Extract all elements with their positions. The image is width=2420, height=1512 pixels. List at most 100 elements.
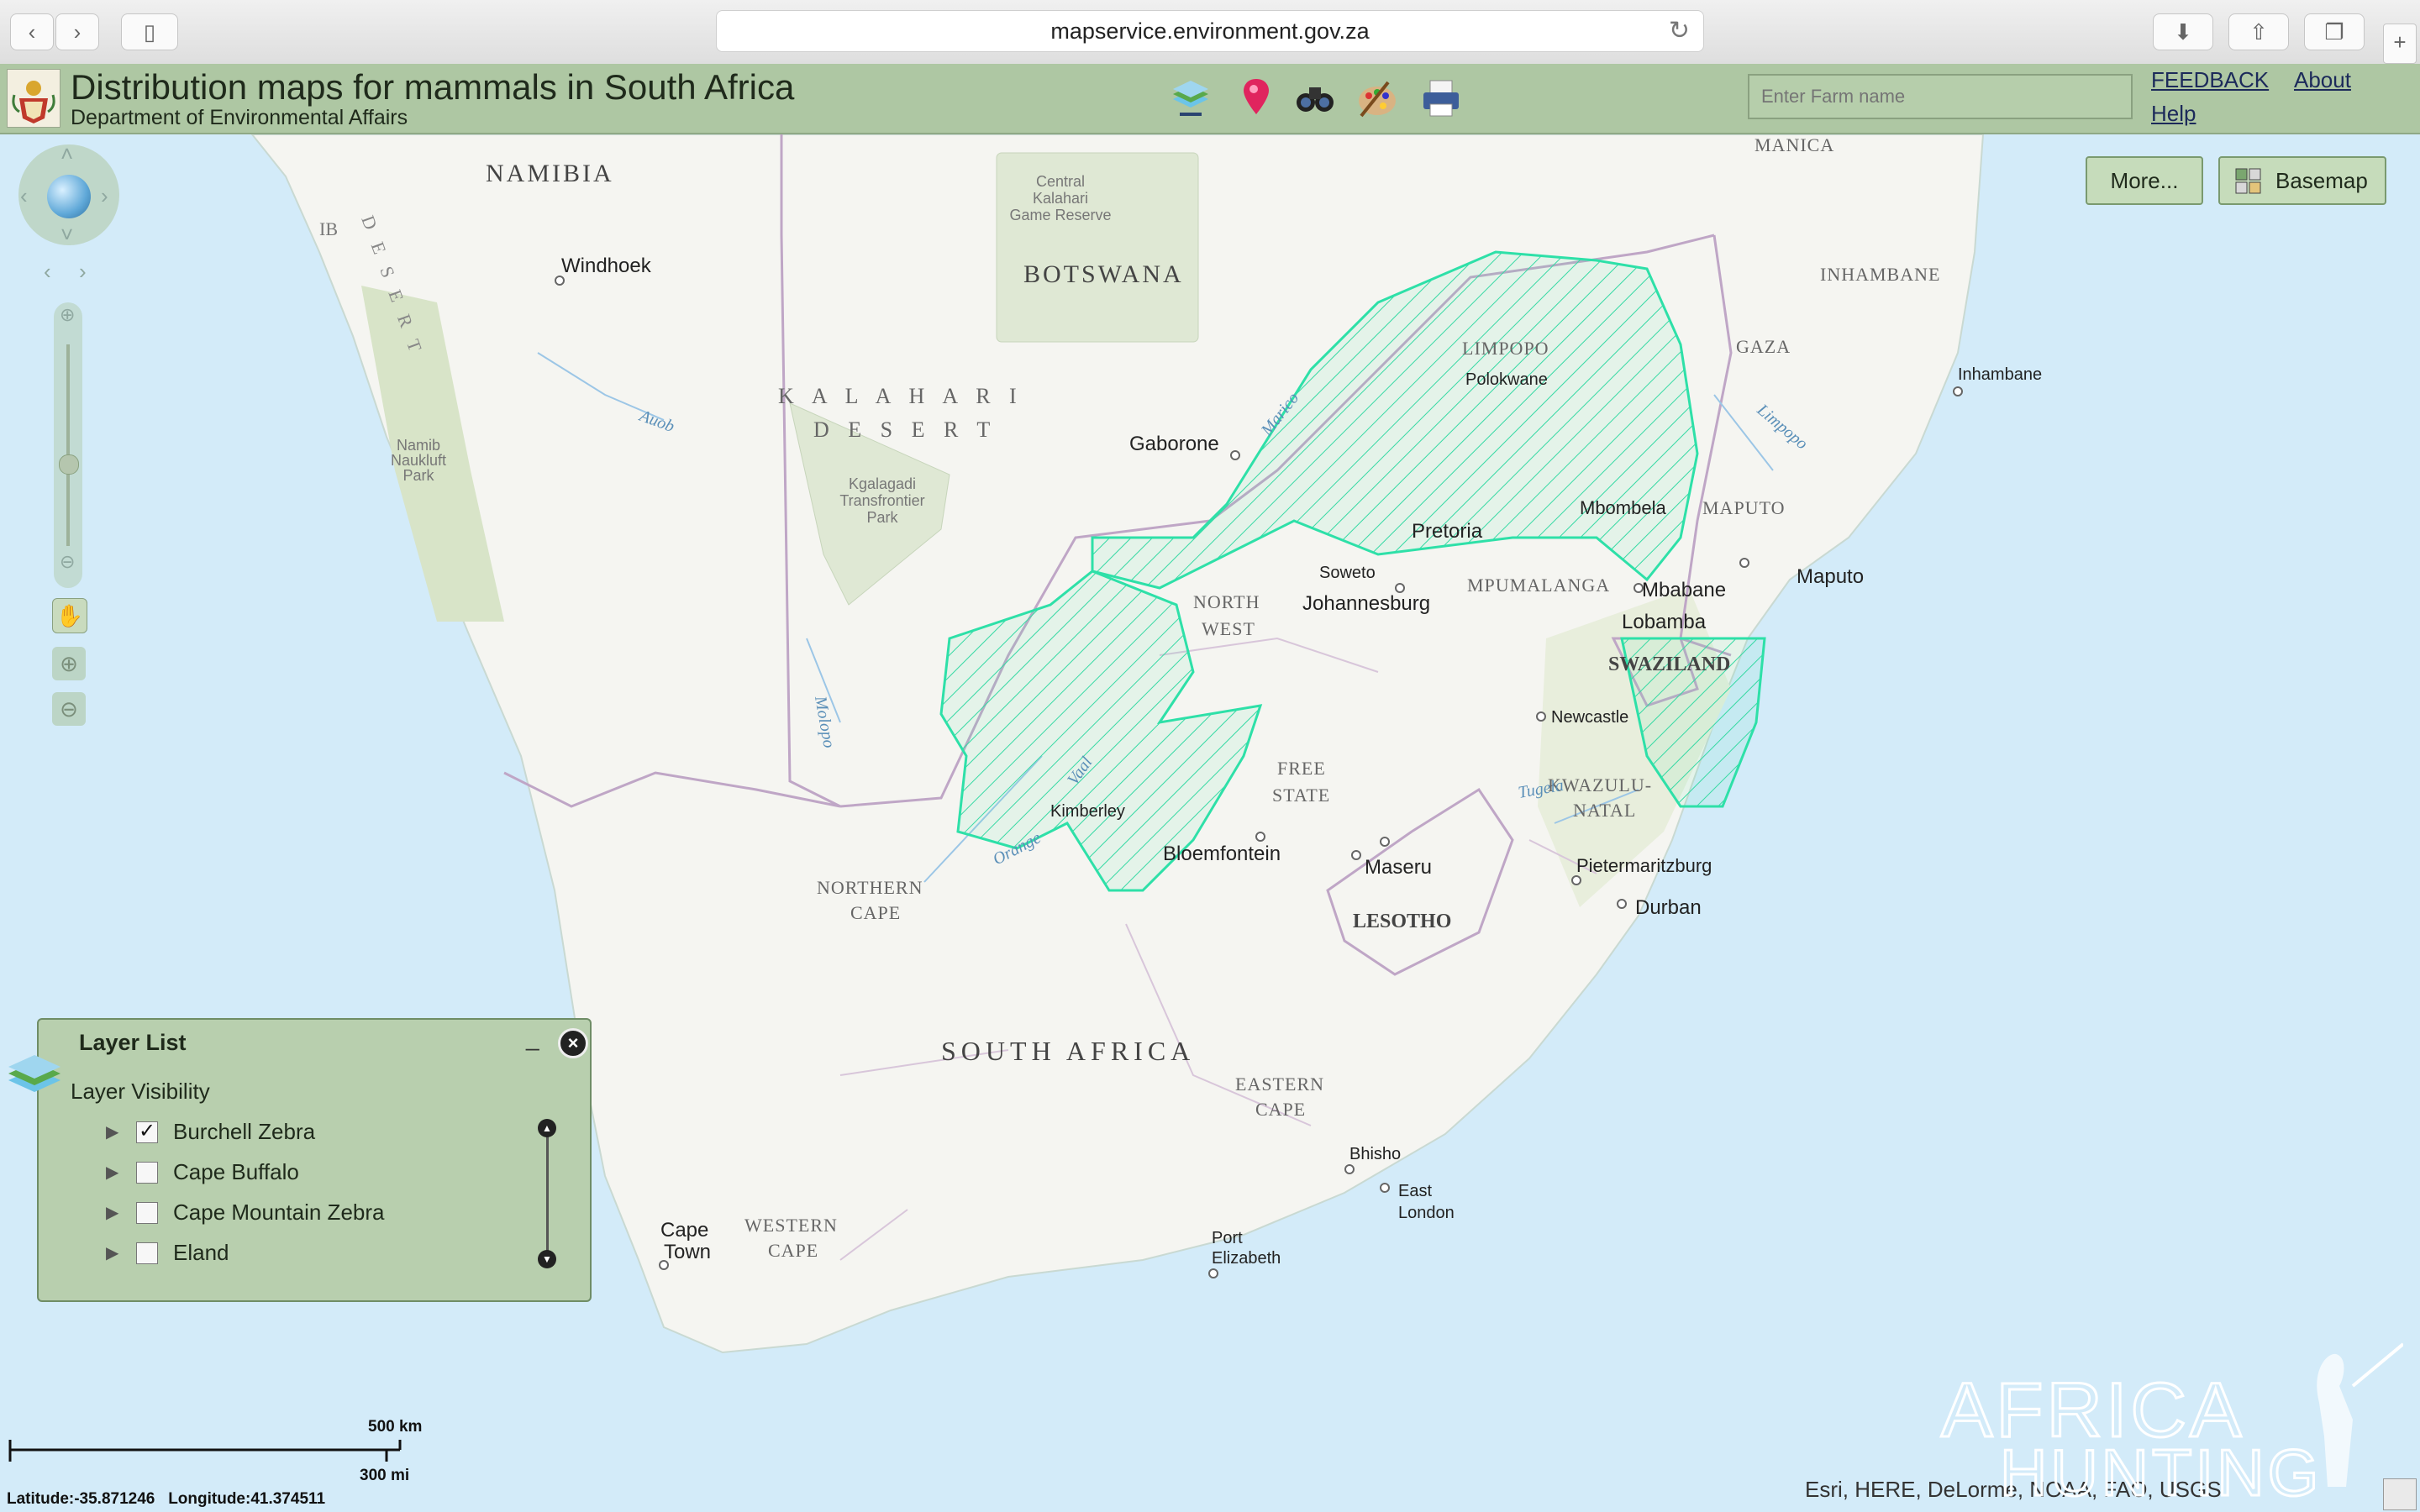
next-extent-icon[interactable]: ›	[79, 259, 87, 285]
label-lesotho: LESOTHO	[1353, 911, 1451, 932]
minimize-icon[interactable]: _	[526, 1025, 539, 1052]
basemap-button[interactable]: Basemap	[2218, 156, 2386, 205]
label-kimberley: Kimberley	[1050, 802, 1125, 821]
layer-row[interactable]: ▶ Cape Buffalo	[106, 1158, 543, 1188]
map-corner-button[interactable]	[2383, 1478, 2417, 1510]
svg-text:Naukluft: Naukluft	[391, 452, 446, 469]
label-north: NORTH	[1193, 591, 1260, 612]
basemap-label: Basemap	[2275, 168, 2368, 193]
back-icon[interactable]: ‹	[10, 13, 54, 50]
feedback-link[interactable]: FEEDBACK	[2151, 67, 2269, 93]
placemark-icon[interactable]	[1234, 76, 1279, 121]
svg-text:Transfrontier: Transfrontier	[839, 492, 924, 509]
label-namibia: NAMIBIA	[486, 160, 614, 187]
label-lobamba: Lobamba	[1622, 611, 1707, 633]
pan-left-icon[interactable]: ‹	[20, 183, 28, 209]
share-icon[interactable]: ⇧	[2228, 13, 2289, 50]
label-maseru: Maseru	[1365, 856, 1432, 879]
layer-scrollbar[interactable]	[546, 1129, 549, 1263]
layer-stack-icon	[8, 1055, 60, 1092]
farm-search-input[interactable]	[1748, 74, 2133, 119]
globe-icon[interactable]	[47, 175, 91, 218]
layer-checkbox[interactable]	[136, 1202, 158, 1224]
layer-checkbox[interactable]	[136, 1162, 158, 1184]
label-kgalagadi: Kgalagadi	[849, 475, 916, 492]
label-town: Town	[664, 1241, 711, 1263]
label-central-kalahari-1: Central	[1036, 173, 1085, 190]
expand-arrow-icon[interactable]: ▶	[106, 1117, 118, 1147]
label-elizabeth: Elizabeth	[1212, 1249, 1281, 1268]
label-eastern-cape: CAPE	[1255, 1099, 1306, 1120]
zoom-thumb[interactable]	[59, 454, 79, 475]
layer-name: Burchell Zebra	[173, 1119, 316, 1144]
expand-arrow-icon[interactable]: ▶	[106, 1158, 118, 1188]
scroll-down-icon[interactable]: ▼	[538, 1250, 556, 1268]
label-maputo: Maputo	[1797, 565, 1864, 588]
layers-icon[interactable]	[1168, 76, 1213, 121]
svg-text:Game Reserve: Game Reserve	[1009, 207, 1111, 223]
pan-up-icon[interactable]: ˄	[60, 141, 73, 167]
label-swaziland: SWAZILAND	[1608, 654, 1730, 675]
download-icon[interactable]: ⬇	[2153, 13, 2213, 50]
help-link[interactable]: Help	[2151, 101, 2196, 127]
pan-right-icon[interactable]: ›	[101, 183, 108, 209]
about-link[interactable]: About	[2294, 67, 2351, 93]
zoom-rail	[66, 344, 70, 546]
svg-text:HUNTING: HUNTING	[2000, 1436, 2322, 1504]
print-icon[interactable]	[1418, 76, 1464, 121]
label-botswana: BOTSWANA	[1023, 260, 1184, 288]
zoom-in-icon[interactable]: ⊕	[60, 304, 75, 326]
layer-checkbox[interactable]	[136, 1242, 158, 1264]
label-western-cape: CAPE	[768, 1240, 818, 1261]
layer-name: Cape Buffalo	[173, 1159, 299, 1184]
layer-row[interactable]: ▶ Eland	[106, 1238, 543, 1268]
africa-hunting-watermark: AFRICA HUNTING	[1940, 1342, 2403, 1504]
coat-of-arms-logo	[7, 69, 60, 128]
address-bar[interactable]: mapservice.environment.gov.za ↻	[716, 10, 1704, 52]
pan-hand-icon[interactable]: ✋	[52, 598, 87, 633]
tabs-icon[interactable]: ❐	[2304, 13, 2365, 50]
prev-extent-icon[interactable]: ‹	[44, 259, 51, 285]
url-text: mapservice.environment.gov.za	[1050, 18, 1370, 44]
zoom-box-out-icon[interactable]: ⊖	[52, 692, 86, 726]
zoom-out-icon[interactable]: ⊖	[60, 551, 75, 573]
label-bhisho: Bhisho	[1349, 1145, 1401, 1163]
layer-checkbox[interactable]: ✓	[136, 1121, 158, 1143]
binoculars-icon[interactable]	[1292, 76, 1338, 121]
coordinate-readout: Latitude:-35.871246 Longitude:41.374511	[7, 1490, 326, 1508]
sidebar-icon[interactable]: ▯	[121, 13, 178, 50]
layer-visibility-heading: Layer Visibility	[71, 1079, 210, 1104]
scale-bar	[8, 1440, 402, 1462]
label-polokwane: Polokwane	[1465, 370, 1548, 389]
palette-icon[interactable]	[1355, 76, 1400, 121]
label-inhambane: Inhambane	[1958, 365, 2042, 384]
pan-down-icon[interactable]: ˅	[60, 222, 73, 248]
expand-arrow-icon[interactable]: ▶	[106, 1198, 118, 1228]
label-mbabane: Mbabane	[1642, 579, 1726, 601]
scale-mi-label: 300 mi	[360, 1467, 410, 1484]
layer-row[interactable]: ▶ Cape Mountain Zebra	[106, 1198, 543, 1228]
new-tab-icon[interactable]: +	[2383, 24, 2417, 64]
layer-row[interactable]: ▶ ✓ Burchell Zebra	[106, 1117, 543, 1147]
label-western: WESTERN	[744, 1215, 838, 1236]
label-limpopo-province: LIMPOPO	[1462, 338, 1549, 359]
close-icon[interactable]: ×	[558, 1028, 588, 1058]
label-london: London	[1398, 1204, 1455, 1222]
label-windhoek: Windhoek	[561, 255, 652, 277]
layer-name: Cape Mountain Zebra	[173, 1200, 385, 1225]
label-northern: NORTHERN	[817, 877, 923, 898]
zoom-box-in-icon[interactable]: ⊕	[52, 647, 86, 680]
label-cape: Cape	[660, 1219, 708, 1242]
more-button[interactable]: More...	[2086, 156, 2203, 205]
label-pretoria: Pretoria	[1412, 520, 1483, 543]
map-canvas[interactable]: NAMIBIA BOTSWANA SOUTH AFRICA K A L A H …	[0, 134, 2420, 1512]
expand-arrow-icon[interactable]: ▶	[106, 1238, 118, 1268]
forward-icon[interactable]: ›	[55, 13, 99, 50]
label-gaza: GAZA	[1736, 336, 1791, 357]
label-natal: NATAL	[1573, 800, 1636, 821]
svg-text:Park: Park	[402, 467, 434, 484]
reload-icon[interactable]: ↻	[1669, 11, 1690, 51]
scroll-up-icon[interactable]: ▲	[538, 1119, 556, 1137]
svg-text:Kalahari: Kalahari	[1033, 190, 1088, 207]
label-durban: Durban	[1635, 896, 1702, 919]
